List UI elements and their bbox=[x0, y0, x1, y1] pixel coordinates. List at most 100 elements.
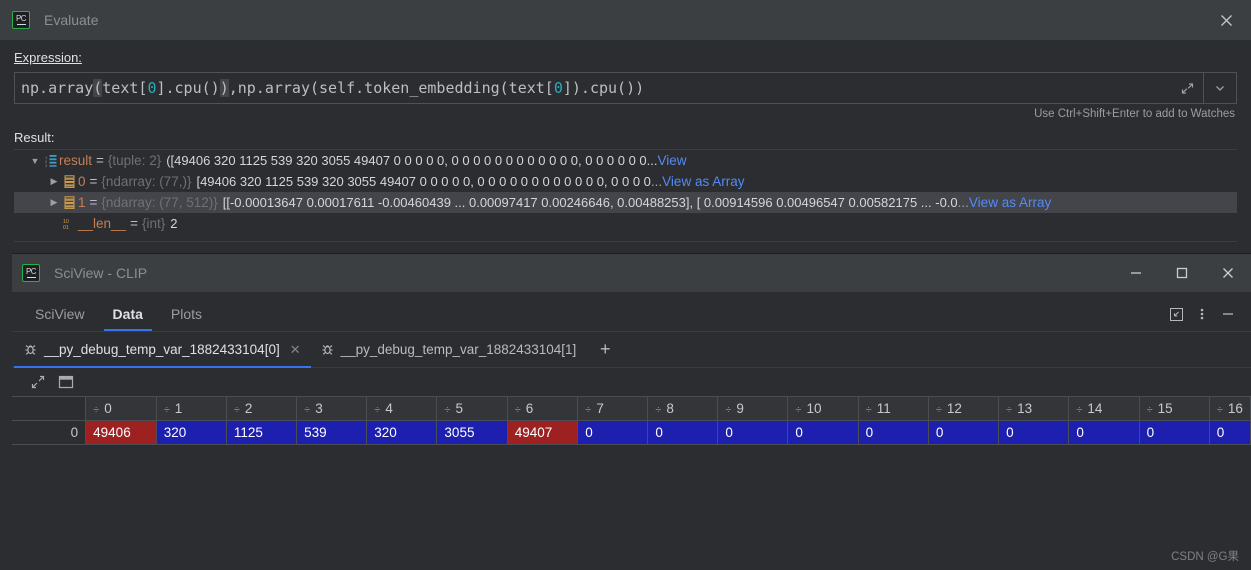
column-header-13[interactable]: ÷ 13 bbox=[998, 396, 1070, 421]
column-header-8[interactable]: ÷ 8 bbox=[647, 396, 719, 421]
data-tab-label: __py_debug_temp_var_1882433104[1] bbox=[340, 342, 577, 357]
expr-token-8: ]).cpu()) bbox=[562, 79, 645, 97]
column-header-1[interactable]: ÷ 1 bbox=[156, 396, 227, 421]
chevron-right-icon[interactable]: ▶ bbox=[47, 176, 61, 187]
column-header-4[interactable]: ÷ 4 bbox=[366, 396, 438, 421]
column-header-14[interactable]: ÷ 14 bbox=[1068, 396, 1140, 421]
variable-type: {ndarray: (77,)} bbox=[101, 174, 192, 189]
chevron-down-icon[interactable]: ▼ bbox=[28, 156, 42, 166]
column-header-label: 9 bbox=[736, 401, 744, 416]
chevron-down-icon[interactable] bbox=[1204, 73, 1236, 103]
sort-icon[interactable]: ÷ bbox=[515, 404, 521, 416]
sort-icon[interactable]: ÷ bbox=[655, 404, 661, 416]
table-corner-header bbox=[12, 396, 87, 421]
column-header-0[interactable]: ÷ 0 bbox=[85, 396, 157, 421]
table-cell[interactable]: 0 bbox=[577, 420, 649, 445]
table-cell[interactable]: 0 bbox=[1139, 420, 1210, 445]
table-cell[interactable]: 0 bbox=[1209, 420, 1251, 445]
table-cell[interactable]: 0 bbox=[998, 420, 1070, 445]
result-tree-row[interactable]: ▶ 0 = {ndarray: (77,)} [49406 320 1125 539 3… bbox=[14, 171, 1237, 192]
sort-icon[interactable]: ÷ bbox=[585, 404, 591, 416]
view-as-array-link[interactable]: View bbox=[658, 153, 687, 168]
column-header-16[interactable]: ÷ 16 bbox=[1209, 396, 1251, 421]
close-button[interactable] bbox=[1205, 254, 1251, 292]
view-as-array-link[interactable]: View as Array bbox=[969, 195, 1051, 210]
column-header-11[interactable]: ÷ 11 bbox=[858, 396, 929, 421]
ndarray-icon bbox=[61, 196, 78, 209]
sort-icon[interactable]: ÷ bbox=[234, 404, 240, 416]
maximize-button[interactable] bbox=[1159, 254, 1205, 292]
data-table[interactable]: ÷ 0 ÷ 1 ÷ 2 ÷ 3 ÷ 4 ÷ 5 ÷ 6 ÷ 7 ÷ 8 ÷ 9 ÷ 10 ÷ 11 ÷ 12 ÷ 13 ÷ 14 ÷ 15 ÷ 1… bbox=[12, 396, 1251, 445]
column-header-label: 5 bbox=[455, 401, 463, 416]
equals-sign: = bbox=[89, 174, 98, 189]
table-cell[interactable]: 0 bbox=[647, 420, 719, 445]
sort-icon[interactable]: ÷ bbox=[795, 404, 801, 416]
sort-icon[interactable]: ÷ bbox=[444, 404, 450, 416]
more-options-icon[interactable] bbox=[1189, 303, 1215, 325]
collapse-panel-icon[interactable] bbox=[1163, 303, 1189, 325]
column-header-12[interactable]: ÷ 12 bbox=[928, 396, 1000, 421]
add-tab-button[interactable]: + bbox=[586, 332, 624, 367]
tab-data[interactable]: Data bbox=[103, 306, 153, 331]
column-header-3[interactable]: ÷ 3 bbox=[296, 396, 368, 421]
tab-plots[interactable]: Plots bbox=[162, 306, 211, 331]
sort-icon[interactable]: ÷ bbox=[725, 404, 731, 416]
expr-token-4: ].cpu() bbox=[156, 79, 220, 97]
data-tab-label: __py_debug_temp_var_1882433104[0] bbox=[44, 342, 280, 357]
sort-icon[interactable]: ÷ bbox=[1217, 404, 1223, 416]
open-in-new-window-icon[interactable] bbox=[30, 374, 46, 390]
sort-icon[interactable]: ÷ bbox=[866, 404, 872, 416]
ndarray-icon bbox=[61, 175, 78, 188]
sort-icon[interactable]: ÷ bbox=[374, 404, 380, 416]
table-cell[interactable]: 3055 bbox=[436, 420, 508, 445]
expression-input[interactable]: np.array(text[0].cpu()) ,np.array(self.to… bbox=[15, 73, 1171, 103]
table-cell[interactable]: 49406 bbox=[85, 420, 157, 445]
table-cell[interactable]: 0 bbox=[928, 420, 1000, 445]
data-tab[interactable]: __py_debug_temp_var_1882433104[0] ✕ bbox=[14, 332, 311, 368]
sort-icon[interactable]: ÷ bbox=[1147, 404, 1153, 416]
chevron-right-icon[interactable]: ▶ bbox=[47, 197, 61, 208]
sort-icon[interactable]: ÷ bbox=[304, 404, 310, 416]
close-tab-icon[interactable]: ✕ bbox=[290, 342, 301, 358]
minimize-button[interactable] bbox=[1113, 254, 1159, 292]
view-as-array-link[interactable]: View as Array bbox=[662, 174, 744, 189]
expr-token-2: text[ bbox=[102, 79, 148, 97]
hide-panel-icon[interactable] bbox=[1215, 303, 1241, 325]
column-header-7[interactable]: ÷ 7 bbox=[577, 396, 649, 421]
table-cell[interactable]: 539 bbox=[296, 420, 368, 445]
column-header-6[interactable]: ÷ 6 bbox=[507, 396, 579, 421]
close-icon[interactable] bbox=[1213, 7, 1239, 33]
result-tree-row[interactable]: ▶ 1 = {ndarray: (77, 512)} [[-0.00013647 0.0… bbox=[14, 192, 1237, 213]
table-cell[interactable]: 320 bbox=[366, 420, 438, 445]
table-cell[interactable]: 1125 bbox=[226, 420, 298, 445]
tab-sciview[interactable]: SciView bbox=[26, 306, 94, 331]
expand-arrow-icon[interactable] bbox=[1171, 73, 1203, 103]
sort-icon[interactable]: ÷ bbox=[164, 404, 170, 416]
table-cell[interactable]: 0 bbox=[1068, 420, 1140, 445]
table-cell[interactable]: 0 bbox=[858, 420, 929, 445]
pycharm-logo-icon: PC bbox=[12, 11, 30, 29]
column-header-5[interactable]: ÷ 5 bbox=[436, 396, 508, 421]
table-row[interactable]: 0 49406 320 1125 539 320 3055 49407 0 0 0 0 0 0 0 0 0 0 bbox=[12, 420, 1251, 445]
expr-token-5: ) bbox=[219, 79, 229, 97]
sort-icon[interactable]: ÷ bbox=[93, 404, 99, 416]
sort-icon[interactable]: ÷ bbox=[1076, 404, 1082, 416]
table-cell[interactable]: 320 bbox=[156, 420, 227, 445]
result-tree-row[interactable]: ▼ 1 2 3 result = {tuple: 2} ([49406 320 1125 53… bbox=[14, 150, 1237, 171]
evaluate-body: Expression: np.array(text[0].cpu()) ,np.a… bbox=[0, 40, 1251, 242]
data-table-wrapper[interactable]: ÷ 0 ÷ 1 ÷ 2 ÷ 3 ÷ 4 ÷ 5 ÷ 6 ÷ 7 ÷ 8 ÷ 9 ÷ 10 ÷ 11 ÷ 12 ÷ 13 ÷ 14 ÷ 15 ÷ 1… bbox=[12, 396, 1251, 445]
table-cell[interactable]: 49407 bbox=[507, 420, 579, 445]
table-cell[interactable]: 0 bbox=[717, 420, 789, 445]
data-tab[interactable]: __py_debug_temp_var_1882433104[1] bbox=[311, 332, 587, 367]
toggle-view-icon[interactable] bbox=[58, 375, 74, 389]
table-cell[interactable]: 0 bbox=[787, 420, 859, 445]
sort-icon[interactable]: ÷ bbox=[936, 404, 942, 416]
sort-icon[interactable]: ÷ bbox=[1006, 404, 1012, 416]
result-tree[interactable]: ▼ 1 2 3 result = {tuple: 2} ([49406 320 1125 53… bbox=[14, 149, 1237, 242]
data-table-body[interactable]: 0 49406 320 1125 539 320 3055 49407 0 0 0 0 0 0 0 0 0 0 bbox=[12, 420, 1251, 445]
column-header-9[interactable]: ÷ 9 bbox=[717, 396, 789, 421]
column-header-15[interactable]: ÷ 15 bbox=[1139, 396, 1210, 421]
column-header-10[interactable]: ÷ 10 bbox=[787, 396, 859, 421]
column-header-2[interactable]: ÷ 2 bbox=[226, 396, 298, 421]
result-tree-row[interactable]: 10 01 __len__ = {int} 2 bbox=[14, 213, 1237, 234]
